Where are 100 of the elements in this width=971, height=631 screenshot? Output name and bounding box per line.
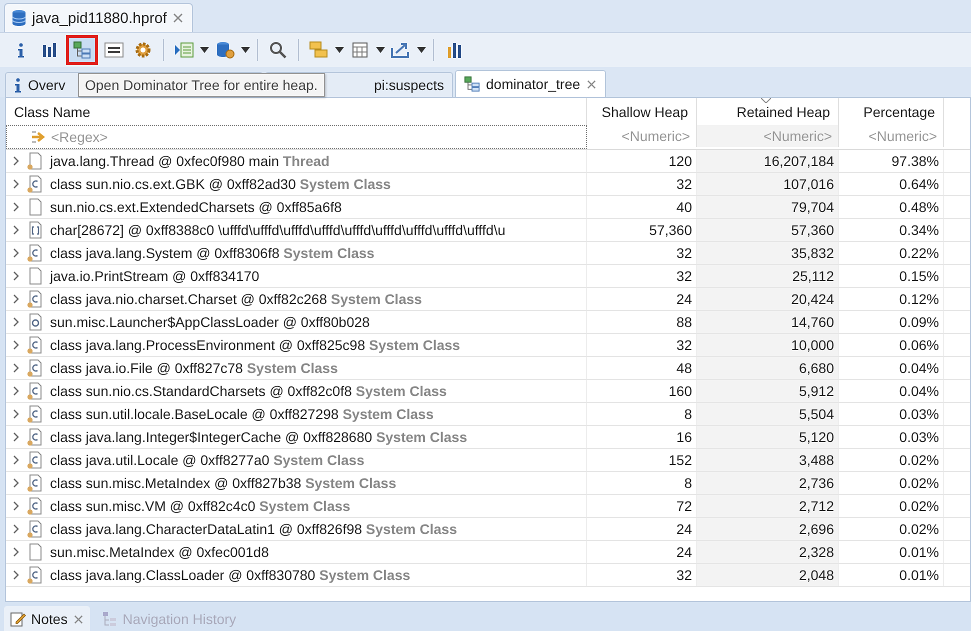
retained-heap-cell: 3,488 [697, 449, 839, 471]
expand-chevron-icon[interactable] [12, 386, 20, 396]
expand-chevron-icon[interactable] [12, 432, 20, 442]
class-icon [26, 359, 44, 377]
percentage-cell: 0.03% [839, 426, 944, 448]
gear-icon [134, 41, 152, 59]
export-arrow-icon [391, 42, 411, 58]
retained-heap-cell: 2,328 [697, 541, 839, 563]
class-name-cell: class java.lang.CharacterDataLatin1 @ 0xff826f98 System Class [50, 521, 457, 537]
retained-heap-cell: 10,000 [697, 334, 839, 356]
column-header[interactable]: Class Name [6, 98, 587, 125]
class-name-cell: class sun.misc.VM @ 0xff82c4c0 System Class [50, 498, 350, 514]
class-icon [26, 336, 44, 354]
retained-heap-cell: 79,704 [697, 196, 839, 218]
class-name-cell: sun.misc.MetaIndex @ 0xfec001d8 [50, 544, 269, 560]
percentage-cell: 0.04% [839, 380, 944, 402]
expand-chevron-icon[interactable] [12, 294, 20, 304]
retained-heap-cell: 2,048 [697, 564, 839, 586]
tree-icon [464, 76, 480, 92]
retained-heap-cell: 25,112 [697, 265, 839, 287]
percentage-cell: 0.64% [839, 173, 944, 195]
class-name-cell: class sun.nio.cs.StandardCharsets @ 0xff82c0f8 System Class [50, 383, 447, 399]
expand-chevron-icon[interactable] [12, 271, 20, 281]
class-icon [26, 405, 44, 423]
expand-chevron-icon[interactable] [12, 156, 20, 166]
percentage-cell: 0.02% [839, 472, 944, 494]
bar-chart-icon [42, 42, 58, 58]
retained-heap-cell: 2,736 [697, 472, 839, 494]
close-icon[interactable] [72, 614, 84, 624]
class-name-cell: sun.nio.cs.ext.ExtendedCharsets @ 0xff85a6f8 [50, 199, 342, 215]
dropdown-caret-icon[interactable] [200, 47, 209, 53]
expand-chevron-icon[interactable] [12, 340, 20, 350]
percentage-cell: 0.04% [839, 357, 944, 379]
expand-chevron-icon[interactable] [12, 248, 20, 258]
class-name-cell: char[28672] @ 0xff8388c0 \ufffd\ufffd\ufffd\ufffd\ufffd\ufffd\ufffd\ufffd\ufffd\u [50, 222, 506, 238]
view-tab[interactable]: dominator_tree [455, 70, 606, 97]
class-icon [26, 451, 44, 469]
class-name-cell: class java.nio.charset.Charset @ 0xff82c268 System Class [50, 291, 422, 307]
expand-chevron-icon[interactable] [12, 179, 20, 189]
dropdown-caret-icon[interactable] [376, 47, 385, 53]
class-name-cell: java.io.PrintStream @ 0xff834170 [50, 268, 260, 284]
retained-heap-cell: 5,912 [697, 380, 839, 402]
sort-caret-icon [761, 98, 771, 103]
retained-heap-cell: 5,120 [697, 426, 839, 448]
tree-icon [73, 41, 91, 59]
percentage-cell: 0.22% [839, 242, 944, 264]
class-name-cell: class java.io.File @ 0xff827c78 System Class [50, 360, 338, 376]
percentage-cell: 0.01% [839, 564, 944, 586]
expand-chevron-icon[interactable] [12, 317, 20, 327]
expand-chevron-icon[interactable] [12, 202, 20, 212]
percentage-cell: 0.01% [839, 541, 944, 563]
percentage-cell: 0.02% [839, 495, 944, 517]
expand-chevron-icon[interactable] [12, 455, 20, 465]
class-name-cell: class java.lang.ClassLoader @ 0xff830780 System Class [50, 567, 410, 583]
stacked-boxes-icon [309, 41, 329, 59]
column-header[interactable]: Shallow Heap [587, 98, 697, 125]
view-tab[interactable]: Notes [4, 606, 90, 631]
expand-chevron-icon[interactable] [12, 501, 20, 511]
close-icon[interactable] [586, 78, 598, 90]
dropdown-caret-icon[interactable] [417, 47, 426, 53]
dominator-button[interactable] [66, 35, 98, 65]
percentage-cell: 0.34% [839, 219, 944, 241]
play-list-icon [174, 41, 194, 59]
class-name-cell: class sun.util.locale.BaseLocale @ 0xff827298 System Class [50, 406, 434, 422]
class-icon [26, 474, 44, 492]
class-icon [26, 382, 44, 400]
expand-chevron-icon[interactable] [12, 363, 20, 373]
column-header[interactable]: Percentage [839, 98, 944, 125]
class-name-cell: sun.misc.Launcher$AppClassLoader @ 0xff80b028 [50, 314, 370, 330]
class-name-cell: class sun.nio.cs.ext.GBK @ 0xff82ad30 System Class [50, 176, 391, 192]
percentage-cell: 0.06% [839, 334, 944, 356]
editor-tab[interactable]: java_pid11880.hprof [4, 3, 193, 32]
expand-chevron-icon[interactable] [12, 478, 20, 488]
percentage-cell: 97.38% [839, 150, 944, 172]
expand-chevron-icon[interactable] [12, 570, 20, 580]
percentage-cell: 0.12% [839, 288, 944, 310]
search-icon [269, 41, 287, 59]
dropdown-caret-icon[interactable] [335, 47, 344, 53]
dropdown-caret-icon[interactable] [241, 47, 250, 53]
class-name-cell: class java.util.Locale @ 0xff8277a0 System Class [50, 452, 364, 468]
retained-heap-cell: 2,712 [697, 495, 839, 517]
bar-chart-icon [445, 41, 463, 59]
class-icon [26, 175, 44, 193]
retained-heap-cell: 57,360 [697, 219, 839, 241]
close-icon[interactable] [172, 12, 184, 24]
expand-chevron-icon[interactable] [12, 225, 20, 235]
tooltip: Open Dominator Tree for entire heap. [78, 73, 325, 97]
class-icon [26, 520, 44, 538]
retained-heap-cell: 5,504 [697, 403, 839, 425]
class-name-cell: class java.lang.System @ 0xff8306f8 System Class [50, 245, 374, 261]
expand-chevron-icon[interactable] [12, 547, 20, 557]
info-icon [14, 77, 22, 93]
expand-chevron-icon[interactable] [12, 524, 20, 534]
class-name-cell: java.lang.Thread @ 0xfec0f980 main Thread [50, 153, 330, 169]
expand-chevron-icon[interactable] [12, 409, 20, 419]
table-grid-icon [352, 42, 368, 58]
class-icon [26, 497, 44, 515]
percentage-cell: 0.02% [839, 449, 944, 471]
class-name-cell: class sun.misc.MetaIndex @ 0xff827b38 System Class [50, 475, 396, 491]
percentage-cell: 0.09% [839, 311, 944, 333]
